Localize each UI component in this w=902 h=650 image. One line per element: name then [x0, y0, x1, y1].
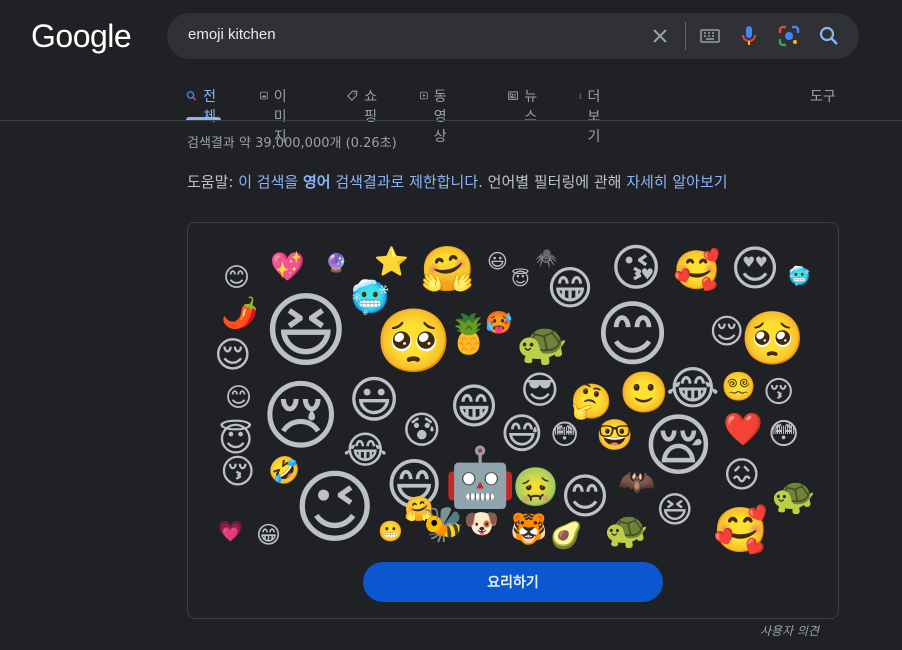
result-stats: 검색결과 약 39,000,000개 (0.26초) — [187, 136, 397, 151]
emoji-item[interactable]: 😆 — [263, 291, 348, 373]
play-icon — [420, 91, 428, 100]
emoji-item[interactable]: 😊 — [560, 473, 610, 521]
emoji-item[interactable]: 😚 — [763, 378, 794, 408]
emoji-item[interactable]: 🥵 — [485, 313, 512, 335]
emoji-item[interactable]: 😳 — [768, 420, 799, 450]
link-text-bold: 영어 — [302, 173, 331, 191]
microphone-icon[interactable] — [737, 24, 761, 48]
search-box[interactable]: emoji kitchen — [167, 13, 859, 59]
emoji-item[interactable]: 😘 — [610, 243, 662, 293]
emoji-item[interactable]: 🐢 — [604, 513, 649, 549]
emoji-item[interactable]: 🔮 — [325, 255, 347, 273]
search-icon — [186, 91, 197, 101]
emoji-item[interactable]: 🥺 — [740, 313, 805, 365]
emoji-item[interactable]: 😵‍💫 — [721, 373, 756, 401]
emoji-item[interactable]: 🌶️ — [221, 299, 258, 329]
helper-prefix: 도움말: — [187, 173, 239, 191]
emoji-item[interactable]: 🐯 — [510, 515, 547, 545]
emoji-item[interactable]: 🦇 — [618, 468, 655, 498]
google-logo[interactable]: Google — [31, 18, 132, 55]
search-icon[interactable] — [817, 24, 841, 48]
emoji-item[interactable]: 😉 — [293, 468, 376, 548]
restrict-english-link[interactable]: 이 검색을 영어 검색결과로 제한합니다 — [238, 173, 478, 191]
emoji-item[interactable]: 😆 — [656, 493, 694, 529]
emoji-item[interactable]: 🤢 — [512, 468, 559, 506]
tab-more[interactable]: 더보기 — [579, 86, 604, 145]
emoji-item[interactable]: 🤔 — [570, 385, 612, 419]
emoji-item[interactable]: 😖 — [723, 458, 761, 494]
emoji-item[interactable]: 😇 — [511, 271, 530, 289]
emoji-item[interactable]: 😎 — [520, 371, 560, 409]
emoji-item[interactable]: 🐶 — [464, 510, 499, 538]
language-helper: 도움말: 이 검색을 영어 검색결과로 제한합니다. 언어별 필터링에 관해 자… — [187, 171, 728, 192]
clear-icon[interactable] — [648, 24, 672, 48]
emoji-item[interactable]: 😬 — [378, 521, 403, 541]
emoji-item[interactable]: 🐝 — [422, 508, 464, 542]
tab-videos[interactable]: 동영상 — [420, 86, 454, 145]
emoji-item[interactable]: 🐢 — [516, 323, 568, 365]
emoji-item[interactable]: 😊 — [225, 385, 252, 411]
emoji-item[interactable]: 😃 — [487, 251, 508, 271]
emoji-item[interactable]: 🤗 — [420, 248, 475, 292]
emoji-item[interactable]: 🥺 — [375, 310, 452, 372]
tab-label: 더보기 — [587, 89, 601, 145]
emoji-item[interactable]: 🤓 — [596, 421, 633, 451]
emoji-item[interactable]: 😍 — [730, 245, 780, 293]
tools-button[interactable]: 도구 — [810, 86, 836, 106]
emoji-item[interactable]: 💖 — [270, 253, 305, 281]
emoji-item[interactable]: 🐢 — [771, 479, 816, 515]
tab-news[interactable]: 뉴스 — [508, 86, 542, 125]
emoji-item[interactable]: 🤖 — [444, 448, 516, 506]
emoji-item[interactable]: 😂 — [666, 365, 720, 411]
emoji-item[interactable]: 🥰 — [713, 509, 768, 553]
emoji-item[interactable]: ❤️ — [723, 413, 763, 445]
divider — [0, 120, 902, 121]
emoji-item[interactable]: 😢 — [261, 378, 340, 454]
cook-button[interactable]: 요리하기 — [363, 562, 663, 602]
emoji-kitchen-card: 😊 💖 🔮 ⭐ 🤗 😃 🕷️ 😇 😁 😘 🥰 😍 🥶 🌶️ 😆 🥶 🥺 🍍 🥵 🐢 😊 😌 🥺 😌 😊 😢 😃 😁 😎 🤔 🙂 😂 😵‍💫 😚 😇 😂… — [187, 222, 839, 619]
emoji-item[interactable]: 💗 — [218, 521, 243, 541]
emoji-item[interactable]: 😚 — [220, 455, 255, 489]
tab-images[interactable]: 이미지 — [260, 86, 294, 145]
emoji-item[interactable]: 😁 — [256, 523, 281, 547]
tag-icon — [347, 90, 358, 101]
emoji-item[interactable]: 😃 — [348, 375, 400, 425]
more-vert-icon — [579, 93, 581, 99]
lens-icon[interactable] — [777, 24, 801, 48]
search-input[interactable]: emoji kitchen — [188, 26, 276, 43]
image-icon — [260, 91, 268, 100]
tab-shopping[interactable]: 쇼핑 — [347, 86, 382, 125]
emoji-item[interactable]: 🥑 — [550, 523, 582, 549]
emoji-item[interactable]: 😊 — [595, 298, 670, 370]
divider — [685, 22, 686, 50]
emoji-item[interactable]: 😳 — [550, 421, 579, 449]
tab-label: 동영상 — [433, 89, 447, 145]
link-text: 이 검색을 — [238, 173, 303, 191]
emoji-item[interactable]: 😌 — [214, 338, 252, 374]
learn-more-link[interactable]: 자세히 알아보기 — [626, 173, 727, 191]
news-icon — [508, 91, 519, 100]
emoji-item[interactable]: 🥶 — [788, 268, 810, 286]
helper-text: . 언어별 필터링에 관해 — [478, 173, 627, 191]
link-text: 검색결과로 제한합니다 — [330, 173, 479, 191]
emoji-item[interactable]: 😰 — [402, 411, 442, 449]
feedback-link[interactable]: 사용자 의견 — [760, 622, 819, 639]
emoji-item[interactable]: 😁 — [449, 383, 499, 431]
emoji-item[interactable]: ⭐ — [374, 248, 409, 276]
tab-all[interactable]: 전체 — [186, 86, 221, 125]
emoji-item[interactable]: 😁 — [546, 265, 594, 311]
keyboard-icon[interactable] — [698, 24, 722, 48]
emoji-item[interactable]: 😊 — [223, 265, 250, 291]
emoji-item[interactable]: 🥰 — [673, 251, 720, 289]
